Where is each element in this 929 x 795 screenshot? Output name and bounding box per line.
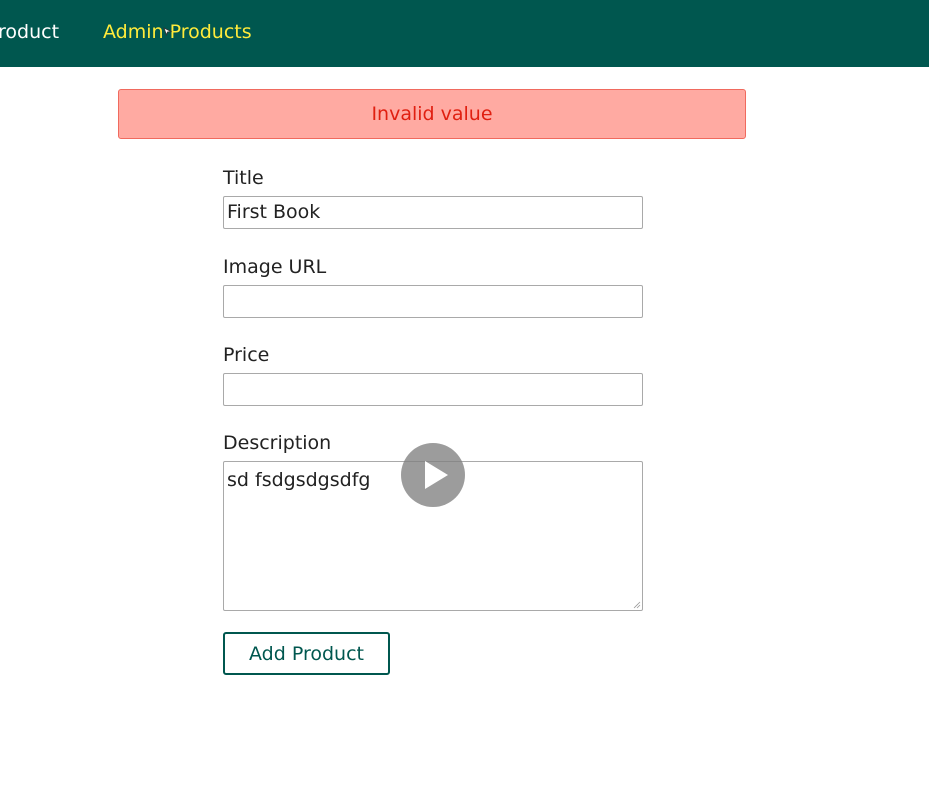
nav-add-product-link[interactable]: roduct — [0, 20, 59, 44]
main-header: roduct Admin Products — [0, 0, 929, 67]
play-icon — [425, 461, 448, 489]
add-product-button[interactable]: Add Product — [223, 632, 390, 675]
price-input[interactable] — [223, 373, 643, 406]
description-label: Description — [223, 432, 332, 454]
image-url-input[interactable] — [223, 285, 643, 318]
cursor-icon — [163, 27, 172, 36]
error-message: Invalid value — [371, 103, 493, 125]
resize-handle-icon[interactable] — [633, 601, 641, 609]
price-label: Price — [223, 344, 270, 366]
title-input[interactable]: First Book — [223, 196, 643, 229]
nav-admin-products-link[interactable]: Admin Products — [103, 20, 252, 44]
image-url-label: Image URL — [223, 256, 327, 278]
error-alert: Invalid value — [118, 89, 746, 139]
description-text: sd fsdgsdgsdfg — [227, 469, 371, 491]
title-label: Title — [223, 167, 264, 189]
video-play-button[interactable] — [401, 443, 465, 507]
